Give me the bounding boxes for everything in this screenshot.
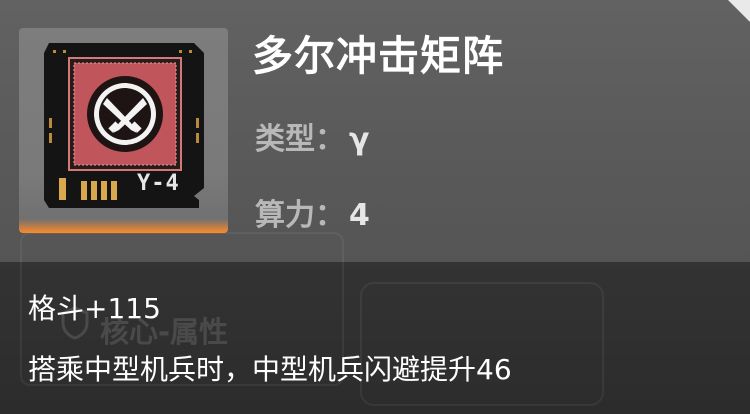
- rarity-glow: [19, 219, 228, 233]
- chip-image: [44, 43, 204, 208]
- crossed-knives-icon: [87, 76, 163, 152]
- effect-description: 搭乘中型机兵时，中型机兵闪避提升46: [28, 353, 512, 386]
- item-title: 多尔冲击矩阵: [252, 32, 504, 80]
- power-label: 算力：: [255, 198, 345, 233]
- type-row: 类型： γ: [255, 114, 369, 158]
- chip-card[interactable]: Y-4: [19, 28, 228, 233]
- type-label: 类型：: [255, 122, 345, 157]
- type-value: γ: [349, 122, 370, 157]
- effect-stat-bonus: 格斗+115: [28, 292, 161, 325]
- power-row: 算力： 4: [255, 190, 370, 234]
- chip-code-label: Y-4: [137, 171, 180, 196]
- power-value: 4: [349, 198, 370, 233]
- corner-notch: [728, 0, 750, 22]
